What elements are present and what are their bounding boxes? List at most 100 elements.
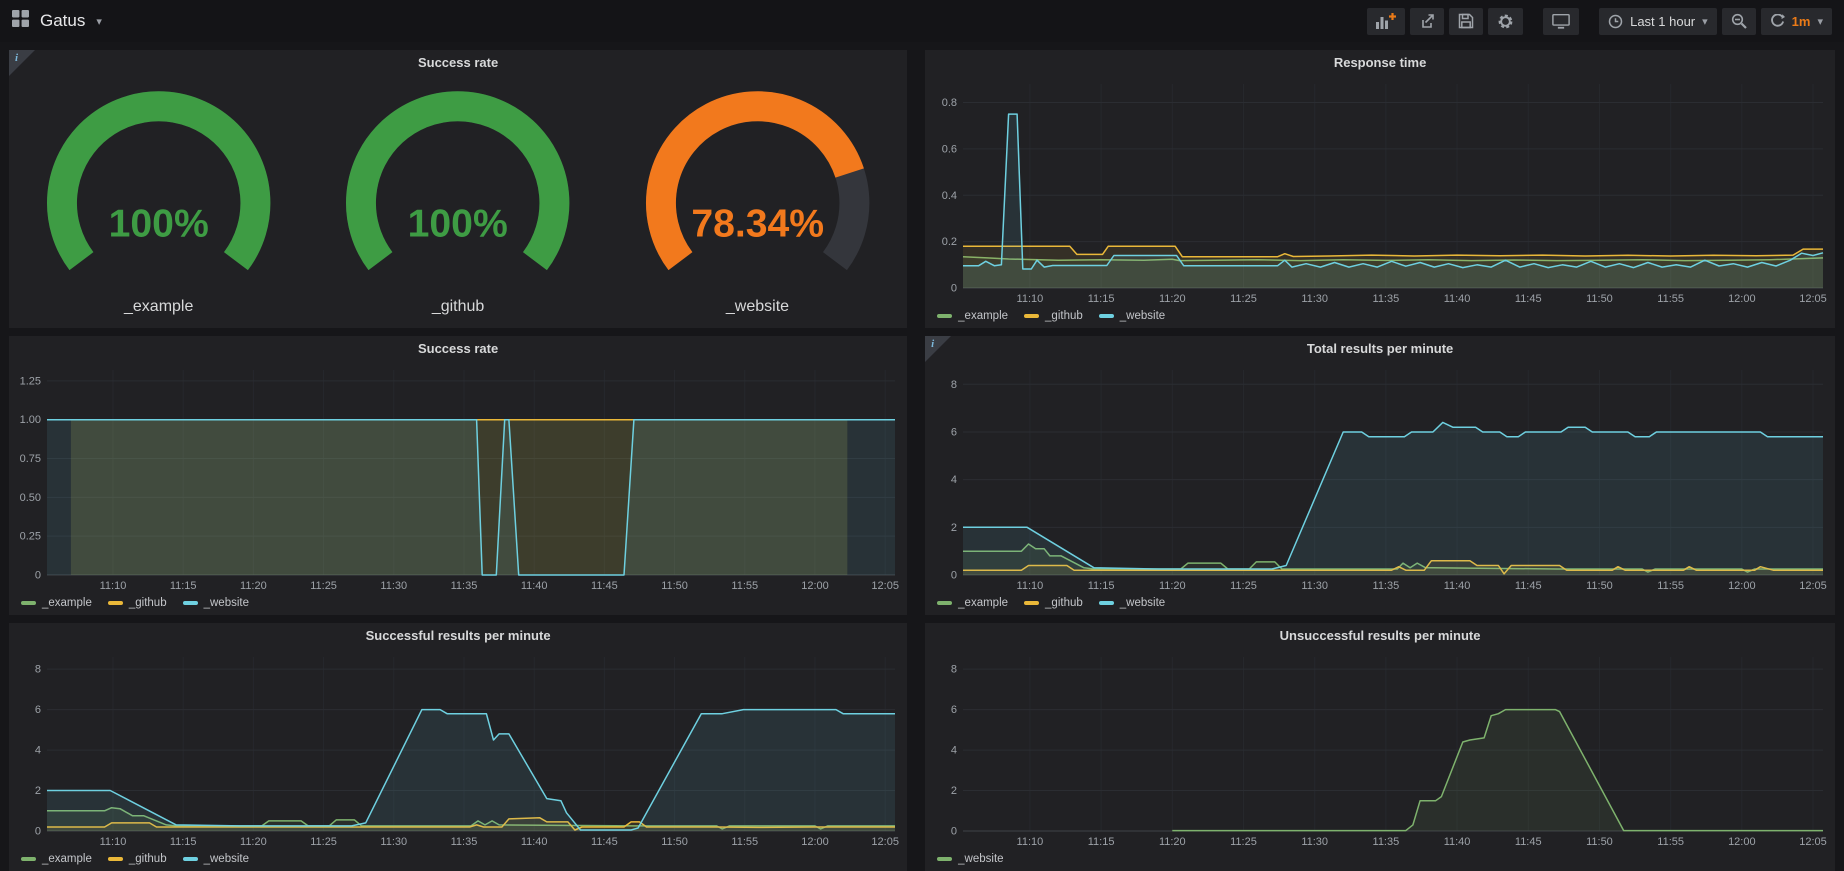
dashboards-grid-icon[interactable] <box>12 10 29 32</box>
legend-item[interactable]: _website <box>183 597 249 609</box>
time-range-label: Last 1 hour <box>1630 14 1695 29</box>
settings-button[interactable] <box>1488 8 1523 35</box>
panel-title[interactable]: Success rate <box>9 50 907 76</box>
time-series-chart[interactable]: 11:1011:1511:2011:2511:3011:3511:4011:45… <box>927 649 1831 849</box>
svg-text:11:55: 11:55 <box>731 580 758 592</box>
svg-text:11:10: 11:10 <box>100 836 127 848</box>
svg-text:11:45: 11:45 <box>1515 580 1542 592</box>
share-icon <box>1419 13 1435 29</box>
svg-text:11:40: 11:40 <box>1444 580 1471 592</box>
legend-swatch <box>21 601 36 605</box>
svg-text:12:00: 12:00 <box>1728 580 1756 592</box>
panel-success-rate-gauges: i Success rate 100%_example100%_github78… <box>9 50 907 328</box>
panel-unsuccessful-results: Unsuccessful results per minute 11:10 11:… <box>925 623 1835 871</box>
svg-text:11:35: 11:35 <box>1373 580 1400 592</box>
legend-item[interactable]: _example <box>937 310 1008 322</box>
legend-swatch <box>108 601 123 605</box>
legend-label: _example <box>958 597 1008 609</box>
legend-item[interactable]: _website <box>1099 310 1165 322</box>
legend-item[interactable]: _website <box>1099 597 1165 609</box>
svg-text:0: 0 <box>951 826 957 838</box>
svg-text:11:45: 11:45 <box>591 580 618 592</box>
panel-total-results: i Total results per minute 11:10 11:15 11:… <box>925 336 1835 615</box>
panel-title[interactable]: Unsuccessful results per minute <box>925 623 1835 649</box>
svg-text:11:15: 11:15 <box>1088 580 1115 592</box>
svg-text:0.8: 0.8 <box>942 97 957 109</box>
svg-text:11:15: 11:15 <box>1088 293 1115 305</box>
time-series-chart[interactable]: 11:1011:1511:2011:2511:3011:3511:4011:45… <box>927 362 1831 593</box>
svg-text:2: 2 <box>951 785 957 797</box>
legend-item[interactable]: _example <box>21 853 92 865</box>
svg-text:4: 4 <box>951 474 957 486</box>
legend-item[interactable]: _website <box>183 853 249 865</box>
svg-text:11:20: 11:20 <box>1159 580 1186 592</box>
svg-text:11:45: 11:45 <box>1515 836 1542 848</box>
svg-text:11:30: 11:30 <box>1301 836 1328 848</box>
legend-item[interactable]: _github <box>1024 310 1083 322</box>
legend-label: _github <box>129 853 167 865</box>
chart-legend: _example _github _website <box>21 850 249 868</box>
gauge-label: _github <box>432 298 485 324</box>
chevron-down-icon: ▾ <box>1702 15 1708 28</box>
svg-text:0: 0 <box>35 570 41 582</box>
refresh-icon <box>1770 14 1785 29</box>
legend-item[interactable]: _example <box>21 597 92 609</box>
chart-legend: _website <box>937 850 1003 868</box>
legend-label: _github <box>1045 310 1083 322</box>
svg-text:12:05: 12:05 <box>1799 580 1827 592</box>
save-button[interactable] <box>1449 8 1483 35</box>
legend-swatch <box>937 857 952 861</box>
time-series-chart[interactable]: 11:1011:1511:2011:2511:3011:3511:4011:45… <box>11 362 903 593</box>
add-panel-icon <box>1376 13 1396 29</box>
svg-text:11:20: 11:20 <box>1159 836 1186 848</box>
svg-text:11:10: 11:10 <box>1017 293 1044 305</box>
svg-text:11:45: 11:45 <box>1515 293 1542 305</box>
legend-swatch <box>1024 601 1039 605</box>
dashboard-grid: i Success rate 100%_example100%_github78… <box>0 42 1844 871</box>
panel-title[interactable]: Success rate <box>9 336 907 362</box>
legend-label: _example <box>958 310 1008 322</box>
panel-info-icon[interactable]: i <box>925 336 951 362</box>
svg-text:6: 6 <box>951 704 957 716</box>
svg-text:11:50: 11:50 <box>661 836 688 848</box>
legend-label: _github <box>129 597 167 609</box>
dashboard-title[interactable]: Gatus <box>40 11 85 31</box>
svg-text:8: 8 <box>35 664 41 676</box>
add-panel-button[interactable] <box>1367 8 1405 35</box>
panel-title[interactable]: Successful results per minute <box>9 623 907 649</box>
panel-title[interactable]: Total results per minute <box>925 336 1835 362</box>
svg-text:4: 4 <box>951 745 957 757</box>
gauge-value: 100% <box>408 202 508 245</box>
legend-item[interactable]: _github <box>108 853 167 865</box>
panel-title[interactable]: Response time <box>925 50 1835 76</box>
legend-item[interactable]: _example <box>937 597 1008 609</box>
refresh-interval-label: 1m <box>1792 14 1811 29</box>
svg-text:0: 0 <box>951 570 957 582</box>
share-button[interactable] <box>1410 8 1444 35</box>
gauge-value: 78.34% <box>691 202 824 245</box>
gauge-label: _example <box>124 298 193 324</box>
tv-mode-button[interactable] <box>1543 8 1579 35</box>
legend-label: _example <box>42 597 92 609</box>
svg-text:4: 4 <box>35 745 41 757</box>
svg-text:12:05: 12:05 <box>871 836 899 848</box>
legend-swatch <box>108 857 123 861</box>
time-range-button[interactable]: Last 1 hour ▾ <box>1599 8 1717 35</box>
legend-item[interactable]: _website <box>937 853 1003 865</box>
svg-text:11:20: 11:20 <box>240 580 267 592</box>
svg-text:2: 2 <box>35 785 41 797</box>
time-series-chart[interactable]: 11:1011:1511:2011:2511:3011:3511:4011:45… <box>927 76 1831 306</box>
svg-text:12:00: 12:00 <box>1728 836 1756 848</box>
legend-item[interactable]: _github <box>1024 597 1083 609</box>
legend-label: _website <box>204 853 249 865</box>
zoom-out-button[interactable] <box>1722 8 1756 35</box>
chevron-down-icon[interactable]: ▾ <box>96 15 102 28</box>
chevron-down-icon: ▾ <box>1817 15 1823 28</box>
time-series-chart[interactable]: 11:1011:1511:2011:2511:3011:3511:4011:45… <box>11 649 903 849</box>
svg-text:11:10: 11:10 <box>1017 836 1044 848</box>
legend-item[interactable]: _github <box>108 597 167 609</box>
panel-info-icon[interactable]: i <box>9 50 35 76</box>
svg-text:11:10: 11:10 <box>1017 580 1044 592</box>
refresh-button[interactable]: 1m ▾ <box>1761 8 1832 35</box>
svg-text:11:30: 11:30 <box>380 836 407 848</box>
